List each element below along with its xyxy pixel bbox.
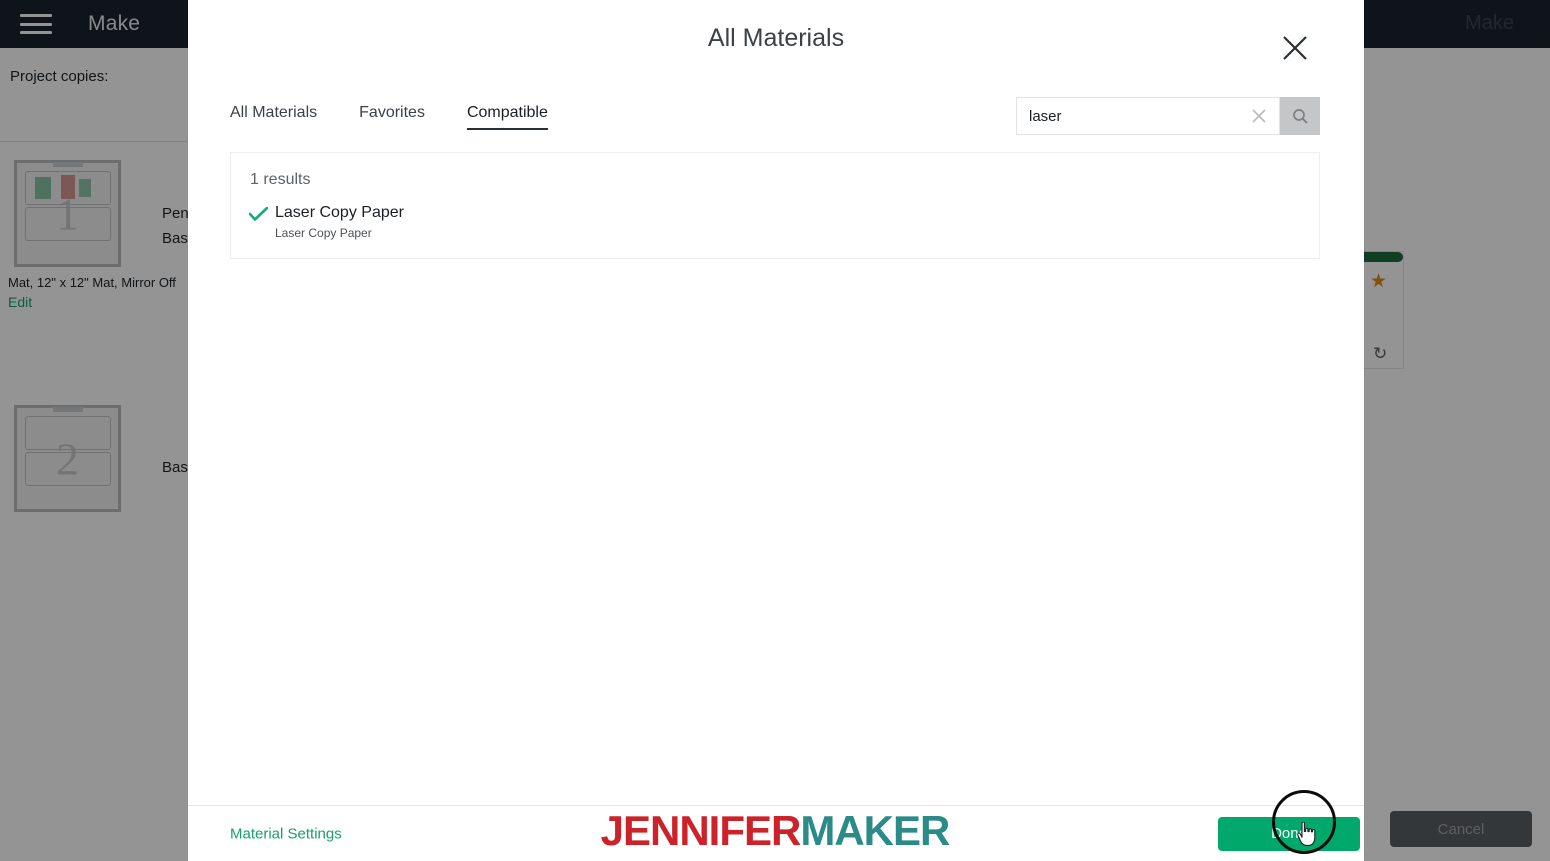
material-subtitle: Laser Copy Paper [275, 226, 372, 240]
check-icon [248, 203, 275, 227]
close-icon[interactable] [1249, 106, 1269, 126]
list-item-text: Laser Copy Paper Laser Copy Paper [275, 203, 404, 240]
material-settings-link[interactable]: Material Settings [230, 825, 342, 842]
all-materials-dialog: All Materials All Materials Favorites Co… [188, 0, 1364, 861]
close-icon[interactable] [1273, 26, 1317, 70]
search-field[interactable] [1016, 97, 1280, 135]
results-panel: 1 results Laser Copy Paper Laser Copy Pa… [230, 152, 1320, 259]
dialog-footer: Material Settings Done [188, 805, 1364, 861]
search-input[interactable] [1029, 107, 1249, 125]
dialog-title: All Materials [707, 24, 845, 52]
tab-all-materials[interactable]: All Materials [230, 104, 317, 130]
search-icon[interactable] [1280, 97, 1320, 135]
dialog-toolbar: All Materials Favorites Compatible [188, 86, 1364, 148]
material-tabs: All Materials Favorites Compatible [230, 104, 590, 130]
tab-compatible[interactable]: Compatible [466, 104, 548, 130]
done-button[interactable]: Done [1218, 816, 1360, 851]
material-name: Laser Copy Paper [275, 204, 404, 221]
dialog-header: All Materials [188, 0, 1364, 86]
search-area [1016, 97, 1320, 135]
results-count: 1 results [250, 171, 311, 188]
tab-favorites[interactable]: Favorites [359, 104, 425, 130]
list-item[interactable]: Laser Copy Paper Laser Copy Paper [231, 203, 1319, 242]
dialog-body: 1 results Laser Copy Paper Laser Copy Pa… [188, 148, 1364, 805]
